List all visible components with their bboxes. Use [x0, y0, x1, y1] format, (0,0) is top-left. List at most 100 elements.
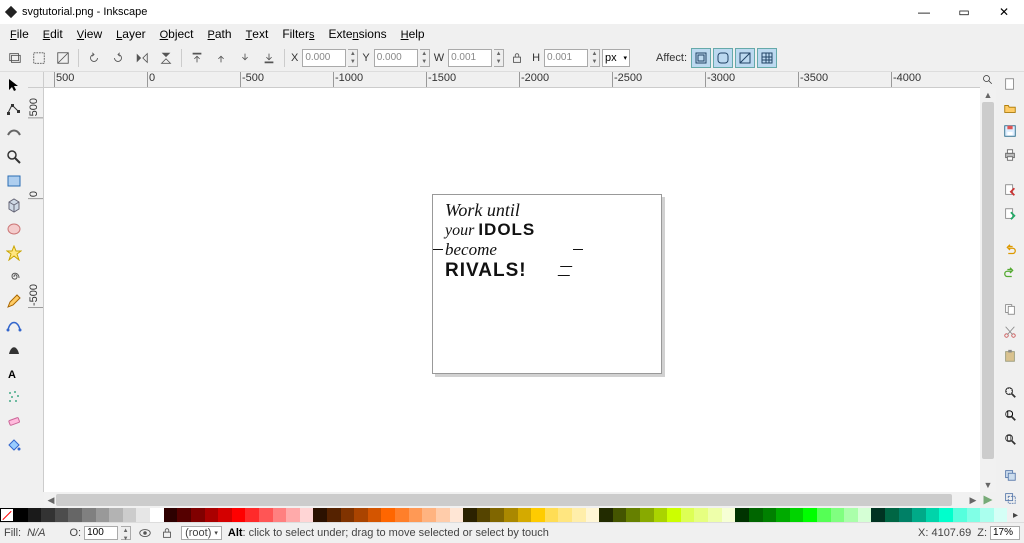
color-swatch[interactable]	[776, 508, 790, 522]
color-swatch[interactable]	[586, 508, 600, 522]
tweak-tool-icon[interactable]	[3, 122, 25, 144]
color-swatch[interactable]	[626, 508, 640, 522]
horizontal-ruler[interactable]: 5000-500-1000-1500-2000-2500-3000-3500-4…	[44, 72, 980, 88]
menu-filters[interactable]: Filters	[276, 25, 320, 43]
layer-selector[interactable]: (root)▾	[181, 526, 222, 540]
rotate-cw-icon[interactable]	[107, 47, 129, 69]
color-swatch[interactable]	[558, 508, 572, 522]
print-doc-icon[interactable]	[1000, 145, 1020, 165]
zoom-tool-icon[interactable]	[3, 146, 25, 168]
layer-lock-icon[interactable]	[159, 525, 175, 541]
eraser-tool-icon[interactable]	[3, 410, 25, 432]
scroll-down-icon[interactable]: ▼	[980, 478, 996, 492]
y-input[interactable]	[374, 49, 418, 67]
opacity-spinner[interactable]: ▲▼	[121, 526, 131, 540]
color-swatch[interactable]	[177, 508, 191, 522]
no-fill-swatch[interactable]	[0, 508, 14, 522]
color-swatch[interactable]	[912, 508, 926, 522]
color-swatch[interactable]	[694, 508, 708, 522]
zoom-input[interactable]	[990, 526, 1020, 540]
save-doc-icon[interactable]	[1000, 121, 1020, 141]
copy-icon[interactable]	[1000, 299, 1020, 319]
color-swatch[interactable]	[572, 508, 586, 522]
import-icon[interactable]	[1000, 181, 1020, 201]
rectangle-tool-icon[interactable]	[3, 170, 25, 192]
color-swatch[interactable]	[763, 508, 777, 522]
color-swatch[interactable]	[735, 508, 749, 522]
flip-v-icon[interactable]	[155, 47, 177, 69]
color-swatch[interactable]	[858, 508, 872, 522]
redo-icon[interactable]	[1000, 263, 1020, 283]
color-swatch[interactable]	[313, 508, 327, 522]
color-swatch[interactable]	[55, 508, 69, 522]
color-swatch[interactable]	[640, 508, 654, 522]
vertical-ruler[interactable]: 5000-500	[28, 88, 44, 492]
color-swatch[interactable]	[218, 508, 232, 522]
color-swatch[interactable]	[681, 508, 695, 522]
lower-icon[interactable]	[234, 47, 256, 69]
color-swatch[interactable]	[136, 508, 150, 522]
color-swatch[interactable]	[273, 508, 287, 522]
color-swatch[interactable]	[341, 508, 355, 522]
layers-toggle-icon[interactable]	[4, 47, 26, 69]
color-swatch[interactable]	[504, 508, 518, 522]
color-swatch[interactable]	[939, 508, 953, 522]
export-icon[interactable]	[1000, 204, 1020, 224]
color-swatch[interactable]	[531, 508, 545, 522]
x-spinner[interactable]: ▲▼	[348, 49, 358, 67]
color-swatch[interactable]	[613, 508, 627, 522]
w-input[interactable]	[448, 49, 492, 67]
color-swatch[interactable]	[205, 508, 219, 522]
color-swatch[interactable]	[967, 508, 981, 522]
duplicate-icon[interactable]	[1000, 465, 1020, 485]
menu-view[interactable]: View	[71, 25, 108, 43]
affect-pattern-icon[interactable]	[757, 48, 777, 68]
color-swatch[interactable]	[232, 508, 246, 522]
color-swatch[interactable]	[68, 508, 82, 522]
color-swatch[interactable]	[123, 508, 137, 522]
close-button[interactable]: ✕	[984, 0, 1024, 24]
color-swatch[interactable]	[477, 508, 491, 522]
raise-top-icon[interactable]	[186, 47, 208, 69]
select-all-layers-icon[interactable]	[28, 47, 50, 69]
canvas[interactable]: Work until yourIDOLS become RIVALS!	[44, 88, 980, 492]
bezier-tool-icon[interactable]	[3, 314, 25, 336]
color-swatch[interactable]	[518, 508, 532, 522]
w-spinner[interactable]: ▲▼	[494, 49, 504, 67]
open-doc-icon[interactable]	[1000, 98, 1020, 118]
ellipse-tool-icon[interactable]	[3, 218, 25, 240]
color-swatch[interactable]	[953, 508, 967, 522]
color-swatch[interactable]	[300, 508, 314, 522]
rotate-ccw-icon[interactable]	[83, 47, 105, 69]
star-tool-icon[interactable]	[3, 242, 25, 264]
selector-tool-icon[interactable]	[3, 74, 25, 96]
color-swatch[interactable]	[354, 508, 368, 522]
affect-gradient-icon[interactable]	[735, 48, 755, 68]
color-swatch[interactable]	[395, 508, 409, 522]
node-tool-icon[interactable]	[3, 98, 25, 120]
color-swatch[interactable]	[14, 508, 28, 522]
menu-file[interactable]: FFileile	[4, 25, 35, 43]
color-swatch[interactable]	[490, 508, 504, 522]
deselect-icon[interactable]	[52, 47, 74, 69]
zoom-selection-icon[interactable]	[1000, 382, 1020, 402]
color-swatch[interactable]	[327, 508, 341, 522]
paste-icon[interactable]	[1000, 346, 1020, 366]
color-swatch[interactable]	[708, 508, 722, 522]
color-swatch[interactable]	[790, 508, 804, 522]
h-input[interactable]	[544, 49, 588, 67]
palette-more-icon[interactable]: ▸	[1007, 508, 1023, 522]
color-swatch[interactable]	[450, 508, 464, 522]
minimize-button[interactable]: —	[904, 0, 944, 24]
color-swatch[interactable]	[150, 508, 164, 522]
flip-h-icon[interactable]	[131, 47, 153, 69]
color-palette[interactable]: ▸	[0, 508, 1024, 522]
color-swatch[interactable]	[82, 508, 96, 522]
lock-aspect-icon[interactable]	[506, 47, 528, 69]
color-swatch[interactable]	[109, 508, 123, 522]
color-swatch[interactable]	[286, 508, 300, 522]
zoom-fit-icon[interactable]	[980, 72, 996, 88]
color-swatch[interactable]	[259, 508, 273, 522]
zoom-page-icon[interactable]	[1000, 429, 1020, 449]
affect-corners-icon[interactable]	[713, 48, 733, 68]
